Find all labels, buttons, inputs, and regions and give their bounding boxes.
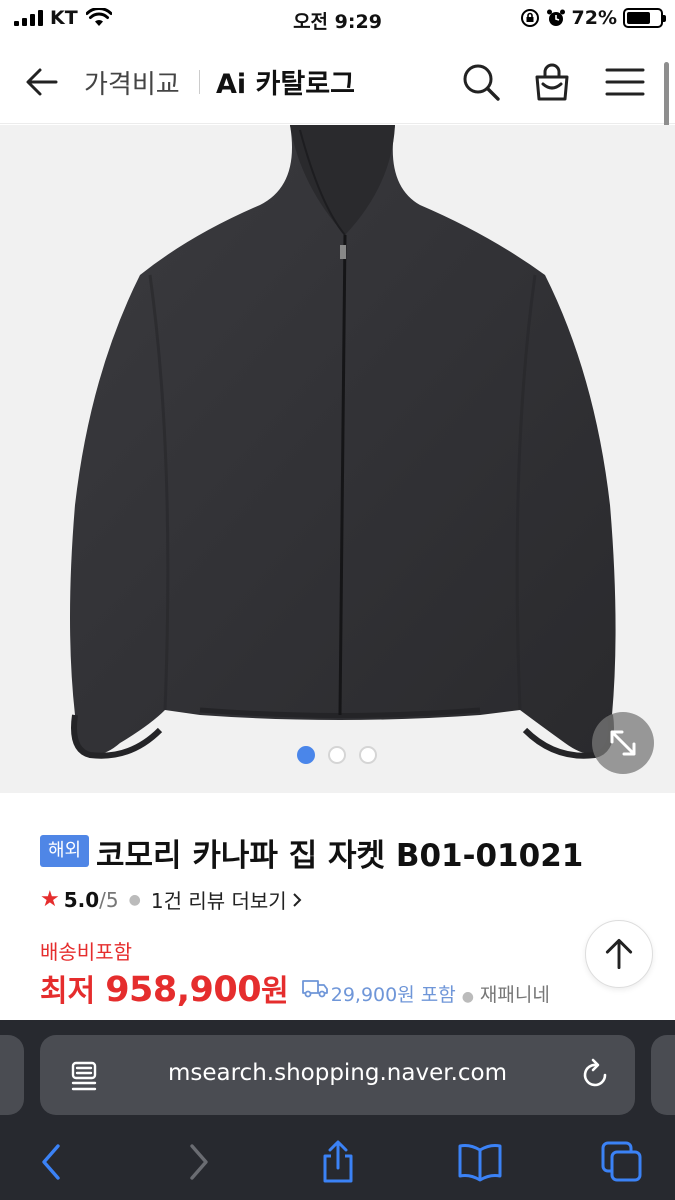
- back-icon[interactable]: [32, 1140, 72, 1184]
- price-compare-link[interactable]: 가격비교: [84, 64, 180, 101]
- next-tab-peek[interactable]: [651, 1035, 675, 1115]
- seller-name[interactable]: 재패니네: [480, 980, 550, 1007]
- alarm-icon: [546, 9, 565, 26]
- product-info: 해외 코모리 카나파 집 자켓 B01-01021 ★ 5.0 /5 ● 1건 …: [0, 793, 675, 1023]
- scroll-to-top-button[interactable]: [585, 920, 653, 988]
- top-navigation-bar: 가격비교 Ai 카탈로그: [0, 40, 675, 124]
- reload-icon[interactable]: [577, 1057, 613, 1093]
- url-text[interactable]: msearch.shopping.naver.com: [40, 1060, 635, 1086]
- delivery-truck-icon: [301, 980, 328, 998]
- forward-icon[interactable]: [178, 1140, 218, 1184]
- price-currency: 원: [261, 974, 289, 1009]
- battery-icon: [623, 8, 666, 28]
- hamburger-menu-icon[interactable]: [603, 62, 647, 102]
- separator-dot: ●: [461, 989, 474, 1005]
- carousel-dot[interactable]: [297, 746, 315, 764]
- bookmarks-icon[interactable]: [456, 1140, 504, 1184]
- browser-toolbar: msearch.shopping.naver.com: [0, 1020, 675, 1200]
- shipping-fee: 29,900원 포함: [330, 984, 456, 1006]
- product-image-gallery[interactable]: [0, 125, 675, 793]
- product-photo-jacket: [70, 125, 616, 759]
- previous-tab-peek[interactable]: [0, 1035, 24, 1115]
- status-bar: KT 오전 9:29 72%: [0, 0, 675, 40]
- search-icon[interactable]: [459, 60, 503, 104]
- address-bar[interactable]: msearch.shopping.naver.com: [40, 1035, 635, 1115]
- overseas-badge: 해외: [40, 835, 90, 867]
- rating-score: 5.0: [63, 887, 100, 912]
- product-title: 코모리 카나파 집 자켓 B01-01021: [96, 838, 584, 874]
- carousel-dot[interactable]: [328, 746, 346, 764]
- share-icon[interactable]: [318, 1140, 358, 1184]
- tabs-icon[interactable]: [600, 1140, 644, 1184]
- rating-max: /5: [99, 887, 119, 912]
- expand-image-icon[interactable]: [592, 712, 654, 774]
- lowest-price-label: 최저: [40, 974, 96, 1009]
- shipping-included-label: 배송비포함: [40, 940, 132, 964]
- star-icon: ★: [40, 887, 60, 912]
- page-title: Ai 카탈로그: [216, 69, 355, 100]
- shopping-bag-icon[interactable]: [530, 60, 574, 104]
- price-value: 958,900: [105, 970, 262, 1010]
- header-divider: [199, 70, 200, 94]
- separator-dot: ●: [128, 891, 141, 908]
- rotation-lock-icon: [520, 9, 539, 27]
- review-more-link[interactable]: 1건 리뷰 더보기: [151, 885, 287, 914]
- battery-percent: 72%: [571, 7, 617, 29]
- carousel-dot[interactable]: [359, 746, 377, 764]
- back-arrow-icon[interactable]: [22, 62, 62, 102]
- carousel-indicator: [297, 746, 377, 764]
- rating-row: ★ 5.0 /5 ● 1건 리뷰 더보기: [40, 885, 304, 914]
- chevron-right-icon[interactable]: [290, 891, 304, 909]
- price-row: 최저 958,900 원 29,900원 포함 ● 재패니네: [40, 966, 550, 1010]
